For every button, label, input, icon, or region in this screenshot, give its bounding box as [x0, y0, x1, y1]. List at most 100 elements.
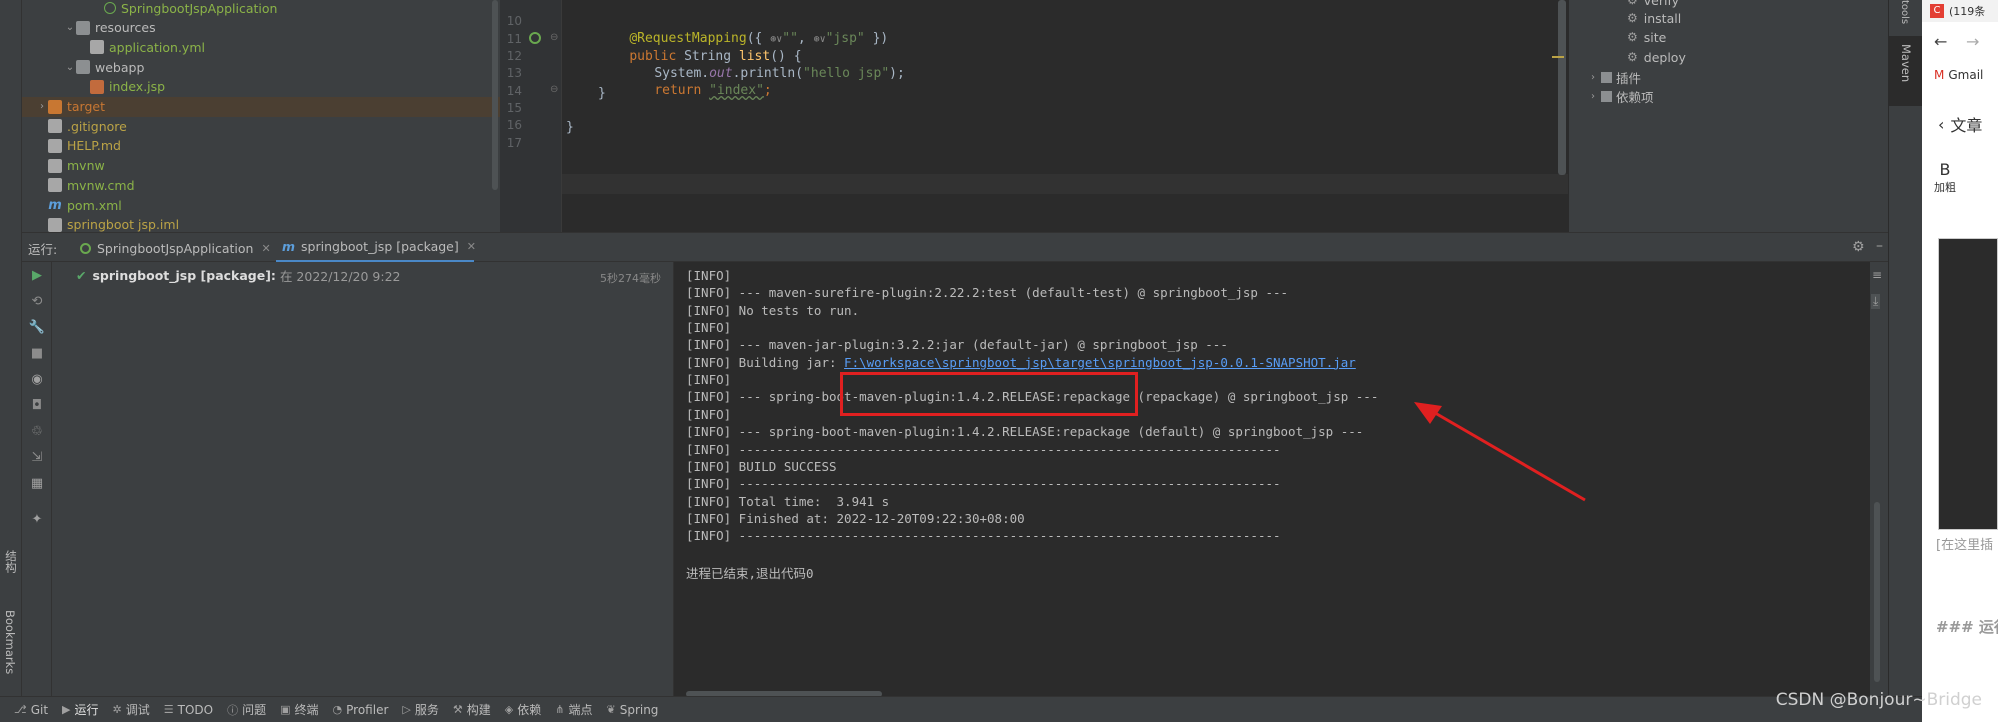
project-tree-item[interactable]: ⌄ resources: [22, 18, 500, 38]
project-tree-item[interactable]: mvnw: [22, 156, 500, 176]
settings-icon[interactable]: ⚙: [1852, 239, 1865, 255]
toolwindow-todo[interactable]: ☰ TODO: [164, 703, 213, 717]
maven-group-dependencies[interactable]: › 依赖项: [1591, 86, 1654, 106]
project-tree-panel: SpringbootJspApplication ⌄ resources applic…: [0, 0, 500, 232]
project-tree-scrollbar[interactable]: [492, 0, 498, 190]
console-vscrollbar[interactable]: [1874, 502, 1880, 682]
gmail-label: Gmail: [1948, 68, 1984, 82]
run-panel-header: 运行: SpringbootJspApplication ✕ m springb…: [0, 232, 1888, 263]
console-line: [INFO] BUILD SUCCESS: [686, 459, 837, 474]
watermark: CSDN @Bonjour~Bridge: [1775, 690, 1982, 710]
project-tree-item[interactable]: ⌄ webapp: [22, 57, 500, 77]
toolwindow-git[interactable]: ⎇ Git: [14, 703, 48, 717]
toolwindow-terminal[interactable]: ▣ 终端: [280, 701, 318, 718]
bold-button[interactable]: B 加粗: [1934, 160, 1956, 195]
run-gutter-icon[interactable]: [529, 32, 541, 44]
toolwindow-services[interactable]: ▷ 服务: [402, 701, 438, 718]
chevron-down-icon[interactable]: ⌄: [64, 22, 76, 33]
maven-tool-tab[interactable]: Maven: [1889, 36, 1923, 106]
maven-goal-deploy[interactable]: ⚙ deploy: [1627, 47, 1686, 67]
tool-window-bar: ⎇ Git ▶ 运行 ✲ 调试 ☰ TODO ⓘ 问题 ▣ 终端 ◔ Profiler ▷ 服务 ⚒ 构建 ◈ 依赖 ⋔…: [0, 696, 1922, 722]
gmail-bookmark[interactable]: M Gmail: [1934, 68, 1983, 82]
toggle-icon[interactable]: ⟲: [22, 294, 52, 309]
toolwindow-label: 运行: [74, 703, 99, 717]
bookmarks-tab[interactable]: Bookmarks: [3, 610, 17, 674]
console-line-text: [INFO] ---------------------------------…: [686, 476, 1281, 492]
toolwindow-profiler[interactable]: ◔ Profiler: [333, 703, 389, 717]
project-tree-item-label: mvnw.cmd: [67, 177, 135, 193]
toolwindow-debug[interactable]: ✲ 调试: [113, 701, 150, 718]
folder-icon: [76, 20, 90, 35]
chevron-right-icon[interactable]: ›: [36, 101, 48, 112]
fold-icon[interactable]: ⊖: [550, 32, 558, 43]
project-tree-item[interactable]: › target: [22, 96, 500, 117]
browser-tab[interactable]: C (119条: [1922, 0, 1998, 22]
project-tree-item[interactable]: .gitignore: [22, 116, 500, 136]
services-icon: ▷: [402, 703, 411, 716]
maven-goal-install[interactable]: ⚙ install: [1627, 8, 1681, 28]
console-output[interactable]: [INFO] [INFO] --- maven-surefire-plugin:2…: [674, 262, 1870, 696]
dependencies-icon: ◈: [504, 703, 514, 716]
jar-path-link[interactable]: F:\workspace\springboot_jsp\target\sprin…: [844, 355, 1356, 370]
folder-icon: [76, 60, 90, 75]
line-number: 14: [506, 84, 522, 98]
toolwindow-label: 调试: [125, 703, 150, 717]
export-icon[interactable]: ⇲: [22, 450, 52, 465]
fold-icon[interactable]: ⊖: [550, 84, 558, 95]
close-icon[interactable]: ✕: [467, 240, 476, 253]
tools-tab[interactable]: tools: [1899, 0, 1910, 24]
string-token: "index": [709, 83, 764, 98]
project-tree-item[interactable]: m pom.xml: [22, 195, 500, 215]
project-tree-item[interactable]: SpringbootJspApplication: [22, 0, 500, 18]
eye-icon[interactable]: ◉: [22, 372, 52, 387]
console-line: [INFO]: [686, 320, 731, 335]
console-line-text: [INFO] BUILD SUCCESS: [686, 458, 837, 474]
toolwindow-run[interactable]: ▶ 运行: [62, 701, 98, 718]
toolwindow-label: 终端: [294, 703, 319, 717]
browser-tab-title: (119条: [1949, 5, 1986, 18]
chevron-right-icon: ›: [1591, 90, 1595, 102]
left-tool-strip: 结构 Bookmarks: [0, 232, 22, 696]
camera-icon[interactable]: ◘: [22, 398, 52, 413]
maven-group-plugins[interactable]: › 插件: [1591, 67, 1641, 87]
maven-goal-site[interactable]: ⚙ site: [1627, 27, 1666, 47]
project-tree-item[interactable]: HELP.md: [22, 136, 500, 156]
structure-tab[interactable]: 结构: [3, 550, 19, 573]
toolwindow-spring[interactable]: ❦ Spring: [606, 703, 658, 717]
rerun-icon[interactable]: ▶: [22, 268, 52, 283]
minimize-icon[interactable]: –: [1876, 238, 1883, 254]
project-tree-item[interactable]: application.yml: [22, 37, 500, 57]
project-tree-item[interactable]: springboot jsp.iml: [22, 215, 500, 232]
console-line-text: [INFO] ---------------------------------…: [686, 441, 1281, 457]
gc-icon[interactable]: ♲: [22, 424, 52, 439]
toolwindow-dependencies[interactable]: ◈ 依赖: [505, 701, 541, 718]
forward-icon[interactable]: →: [1966, 32, 1979, 51]
code-token: }): [864, 31, 889, 46]
toolwindow-endpoints[interactable]: ⋔ 端点: [555, 701, 592, 718]
project-tree-item-label: index.jsp: [109, 79, 166, 95]
project-tree-item[interactable]: index.jsp: [22, 77, 500, 97]
back-icon[interactable]: ←: [1934, 32, 1947, 51]
soft-wrap-icon[interactable]: ≡: [1872, 268, 1882, 282]
close-icon[interactable]: ✕: [261, 242, 270, 255]
code-token: );: [889, 66, 905, 81]
project-tree-item[interactable]: mvnw.cmd: [22, 175, 500, 195]
chevron-down-icon[interactable]: ⌄: [64, 62, 76, 73]
line-number: 10: [506, 14, 522, 28]
back-to-article[interactable]: ‹ 文章: [1938, 112, 1982, 136]
string-token: "jsp": [825, 31, 865, 46]
toolwindow-problems[interactable]: ⓘ 问题: [227, 701, 266, 718]
stop-icon[interactable]: ■: [22, 346, 52, 361]
code-editor[interactable]: 10 11 12 13 14 15 16 17 ⊖ ⊖ @RequestMapp…: [500, 0, 1568, 232]
scroll-to-end-icon[interactable]: ⤓: [1871, 294, 1881, 309]
run-tab-springbootjspapplication[interactable]: SpringbootJspApplication ✕: [74, 233, 277, 263]
pin-icon[interactable]: ✦: [22, 512, 52, 527]
toolwindow-build[interactable]: ⚒ 构建: [453, 701, 491, 718]
layout-icon[interactable]: ▦: [22, 476, 52, 491]
string-token: "hello jsp": [803, 66, 890, 81]
wrench-icon[interactable]: 🔧: [22, 320, 52, 335]
project-tree-item-label: .gitignore: [67, 118, 127, 134]
editor-scrollbar[interactable]: [1558, 0, 1566, 175]
run-tree-item[interactable]: ✔ springboot_jsp [package]: 在 2022/12/20…: [76, 266, 401, 285]
run-tab-package[interactable]: m springboot_jsp [package] ✕: [276, 233, 476, 263]
